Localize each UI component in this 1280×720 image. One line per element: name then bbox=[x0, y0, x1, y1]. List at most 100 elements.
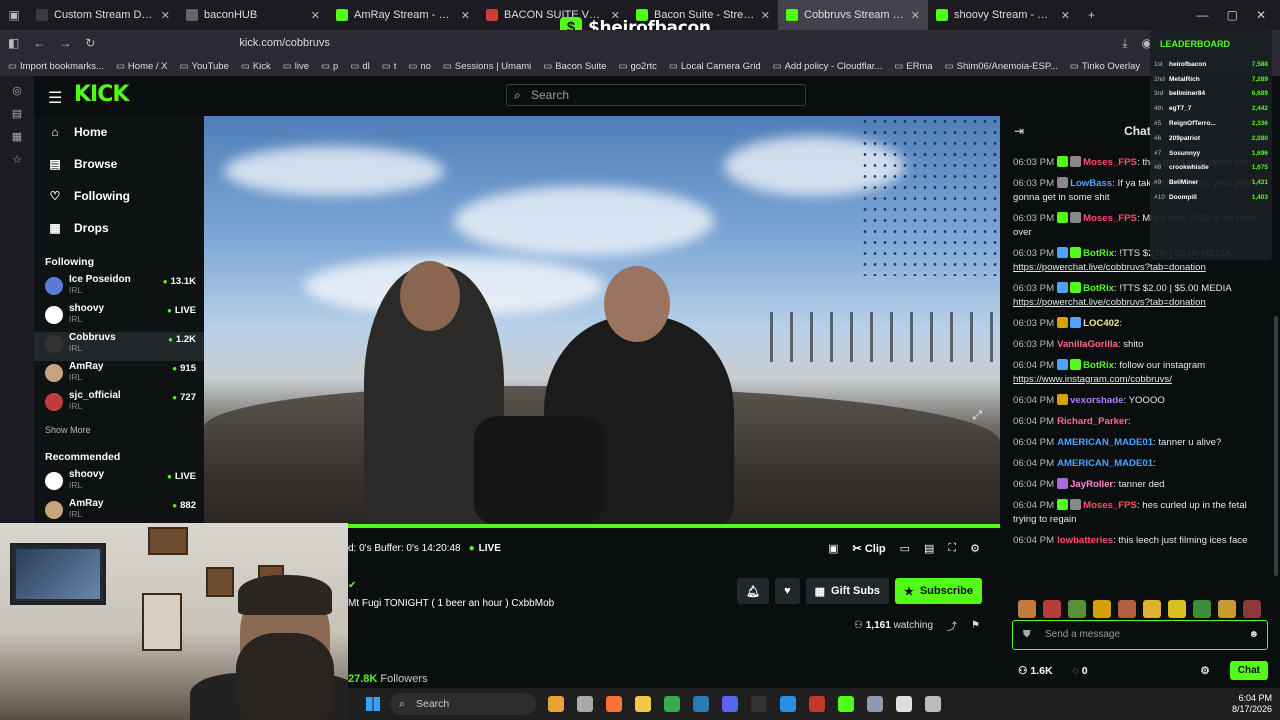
emote-icon[interactable] bbox=[1193, 600, 1211, 618]
xbox-icon[interactable] bbox=[664, 696, 680, 712]
network-icon[interactable] bbox=[867, 696, 883, 712]
notification-button[interactable]: 🔔︎ bbox=[737, 578, 770, 604]
expand-icon[interactable]: ⤢ bbox=[972, 408, 982, 423]
bookmark-item[interactable]: ▭ Import bookmarks... bbox=[8, 61, 104, 72]
sidebar-toggle-icon[interactable]: ◧ bbox=[8, 36, 19, 50]
voicemeeter-icon[interactable] bbox=[809, 696, 825, 712]
emote-icon[interactable] bbox=[1243, 600, 1261, 618]
bookmark-item[interactable]: ▭ ERma bbox=[894, 61, 932, 72]
chat-settings-icon[interactable]: ⚙ bbox=[1200, 665, 1209, 677]
subscribe-button[interactable]: ★ Subscribe bbox=[894, 578, 982, 604]
message-username[interactable]: BotRix bbox=[1083, 248, 1114, 259]
kick-logo[interactable]: KICK bbox=[74, 82, 129, 107]
nav-item-home[interactable]: ⌂ Home bbox=[34, 116, 204, 148]
tab-list-icon[interactable]: ▣ bbox=[0, 8, 28, 22]
taskbar-search[interactable]: ⌕ Search bbox=[390, 693, 536, 715]
emote-icon[interactable] bbox=[1093, 600, 1111, 618]
clip-button[interactable]: ✂ Clip bbox=[853, 542, 886, 555]
message-username[interactable]: AMERICAN_MADE01 bbox=[1057, 458, 1153, 469]
browser-tab[interactable]: baconHUB ✕ bbox=[178, 0, 328, 30]
bookmark-item[interactable]: ▭ Local Camera Grid bbox=[669, 61, 761, 72]
bookmark-item[interactable]: ▭ t bbox=[382, 61, 397, 72]
bookmark-item[interactable]: ▭ Add policy - Cloudflar... bbox=[773, 61, 883, 72]
emote-icon[interactable] bbox=[1068, 600, 1086, 618]
channel-item[interactable]: Ice PoseidonIRL 13.1K bbox=[34, 274, 204, 303]
new-tab-icon[interactable]: + bbox=[1078, 8, 1105, 22]
nav-item-drops[interactable]: ▦ Drops bbox=[34, 212, 204, 244]
bookmark-item[interactable]: ▭ p bbox=[321, 61, 338, 72]
reload-icon[interactable]: ↻ bbox=[85, 36, 95, 50]
gift-subs-button[interactable]: ▦ Gift Subs bbox=[805, 578, 889, 604]
message-username[interactable]: Moses_FPS bbox=[1083, 157, 1137, 168]
bookmark-item[interactable]: ▭ Kick bbox=[241, 61, 271, 72]
browser-tab[interactable]: AmRay Stream - Watch Live on ✕ bbox=[328, 0, 478, 30]
theater-icon[interactable]: ▭ bbox=[900, 542, 910, 555]
tab-close-icon[interactable]: ✕ bbox=[1061, 9, 1070, 22]
bookmark-item[interactable]: ▭ dl bbox=[350, 61, 369, 72]
bookmark-item[interactable]: ▭ Tinko Overlay bbox=[1070, 61, 1140, 72]
close-window-icon[interactable]: ✕ bbox=[1256, 8, 1266, 22]
steam-icon[interactable] bbox=[693, 696, 709, 712]
firefox-icon[interactable] bbox=[606, 696, 622, 712]
channel-item[interactable]: shoovyIRL LIVE bbox=[34, 303, 204, 332]
channel-item[interactable]: AmRayIRL 915 bbox=[34, 361, 204, 390]
message-username[interactable]: LowBass bbox=[1070, 178, 1112, 189]
nav-item-following[interactable]: ♡ Following bbox=[34, 180, 204, 212]
search-input[interactable]: ⌕ Search bbox=[506, 84, 806, 106]
forward-icon[interactable]: → bbox=[59, 36, 71, 50]
report-icon[interactable]: ⚑ bbox=[971, 620, 980, 631]
video-player[interactable]: ⤢ bbox=[204, 116, 1000, 526]
channel-item[interactable]: sjc_officialIRL 727 bbox=[34, 390, 204, 419]
channel-item[interactable]: CobbruvsIRL 1.2K bbox=[34, 332, 204, 361]
discord-icon[interactable] bbox=[722, 696, 738, 712]
download-icon[interactable]: ⤓ bbox=[1122, 36, 1127, 51]
message-username[interactable]: JayRoller bbox=[1070, 479, 1113, 490]
message-link[interactable]: https://www.instagram.com/cobbruvs/ bbox=[1013, 374, 1172, 385]
widgets-icon[interactable] bbox=[548, 696, 564, 712]
chat-input[interactable]: ⛊ Send a message ☻ bbox=[1012, 620, 1268, 650]
show-more-link[interactable]: Show More bbox=[34, 419, 204, 439]
task-view-icon[interactable] bbox=[577, 696, 593, 712]
tab-close-icon[interactable]: ✕ bbox=[911, 9, 920, 22]
message-username[interactable]: AMERICAN_MADE01 bbox=[1057, 437, 1153, 448]
message-username[interactable]: Richard_Parker bbox=[1057, 416, 1128, 427]
bookmark-item[interactable]: ▭ go2rtc bbox=[619, 61, 657, 72]
emote-icon[interactable] bbox=[1218, 600, 1236, 618]
message-username[interactable]: VanillaGorilla bbox=[1057, 339, 1118, 350]
share-icon[interactable]: ⤴ bbox=[947, 618, 957, 633]
bookmark-item[interactable]: ▭ Home / X bbox=[116, 61, 168, 72]
bookmark-item[interactable]: ▭ live bbox=[283, 61, 309, 72]
emote-icon[interactable] bbox=[1143, 600, 1161, 618]
fullscreen-icon[interactable]: ⛶ bbox=[948, 542, 956, 555]
address-bar[interactable]: kick.com/cobbruvs bbox=[239, 37, 329, 49]
bookmark-item[interactable]: ▭ YouTube bbox=[180, 61, 229, 72]
minimize-icon[interactable]: — bbox=[1197, 8, 1209, 22]
back-icon[interactable]: ← bbox=[33, 36, 45, 50]
message-username[interactable]: BotRix bbox=[1083, 283, 1114, 294]
tab-close-icon[interactable]: ✕ bbox=[311, 9, 320, 22]
bookmark-item[interactable]: ▭ Bacon Suite bbox=[543, 61, 606, 72]
captions-icon[interactable]: ▤ bbox=[924, 542, 934, 555]
emote-icon[interactable] bbox=[1168, 600, 1186, 618]
ai-chat-icon[interactable]: ◎ bbox=[12, 84, 22, 97]
taskbar-clock[interactable]: 6:04 PM 8/17/2026 bbox=[1232, 693, 1272, 715]
kick-app-icon[interactable] bbox=[838, 696, 854, 712]
browser-tab[interactable]: Cobbruvs Stream - Watch Live o ✕ bbox=[778, 0, 928, 30]
message-username[interactable]: Moses_FPS bbox=[1083, 500, 1137, 511]
channel-item[interactable]: shoovyIRL LIVE bbox=[34, 469, 204, 498]
tab-close-icon[interactable]: ✕ bbox=[761, 9, 770, 22]
bookmark-item[interactable]: ▭ no bbox=[408, 61, 431, 72]
tab-close-icon[interactable]: ✕ bbox=[461, 9, 470, 22]
star-icon[interactable]: ☆ bbox=[12, 153, 22, 166]
bookmarks-icon[interactable]: ▦ bbox=[12, 130, 22, 143]
message-link[interactable]: https://powerchat.live/cobbruvs?tab=dona… bbox=[1013, 297, 1206, 308]
message-username[interactable]: BotRix bbox=[1083, 360, 1114, 371]
message-username[interactable]: lowbatteries bbox=[1057, 535, 1113, 546]
chat-scrollbar[interactable] bbox=[1274, 316, 1278, 576]
nav-item-browse[interactable]: ▤ Browse bbox=[34, 148, 204, 180]
message-username[interactable]: Moses_FPS bbox=[1083, 213, 1137, 224]
chat-send-button[interactable]: Chat bbox=[1229, 661, 1268, 680]
collapse-chat-icon[interactable]: ⇥ bbox=[1014, 124, 1024, 138]
terminal-icon[interactable] bbox=[751, 696, 767, 712]
maximize-icon[interactable]: ▢ bbox=[1227, 8, 1238, 22]
